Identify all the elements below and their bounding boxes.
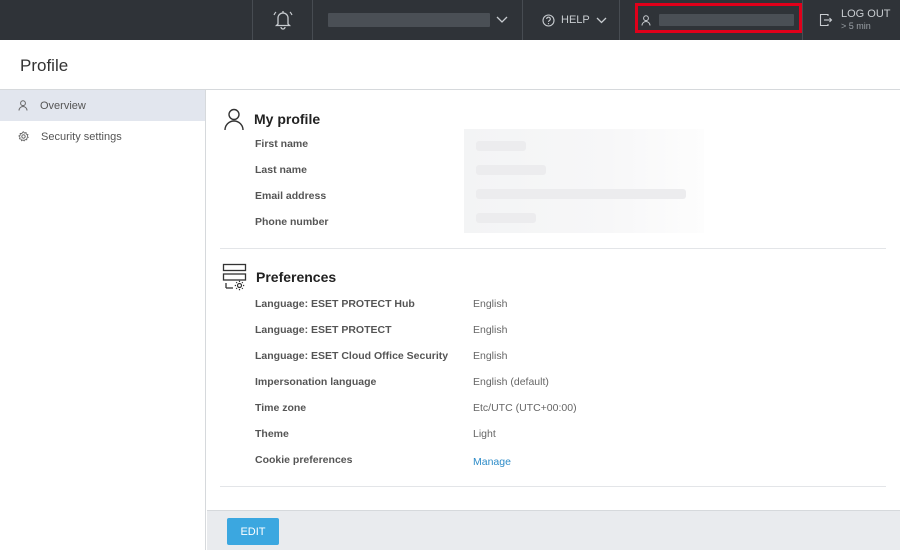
- logout-timer: > 5 min: [841, 21, 871, 31]
- logout-icon: [819, 13, 833, 27]
- footer-bar: EDIT: [207, 510, 900, 550]
- help-label: HELP: [561, 14, 590, 26]
- section-title: Preferences: [256, 269, 337, 285]
- edit-button[interactable]: EDIT: [227, 518, 279, 545]
- page-header: Profile: [0, 40, 900, 90]
- user-name-redacted: [659, 14, 794, 26]
- preference-label: Language: ESET Cloud Office Security: [255, 350, 449, 362]
- sidebar-item-label: Security settings: [41, 130, 122, 143]
- chevron-down-icon: [496, 16, 508, 24]
- section-title: My profile: [254, 111, 321, 127]
- logout-label: LOG OUT: [841, 8, 891, 20]
- preference-value: Etc/UTC (UTC+00:00): [473, 402, 577, 414]
- company-name-redacted: [328, 13, 490, 27]
- field-label: Email address: [255, 190, 327, 202]
- notifications-button[interactable]: [252, 0, 312, 40]
- bell-icon: [270, 7, 296, 33]
- page-title: Profile: [20, 56, 69, 75]
- divider: [220, 248, 886, 249]
- top-bar: HELP LOG OUT > 5 min: [0, 0, 900, 40]
- field-label: First name: [255, 138, 309, 150]
- preference-label: Time zone: [255, 402, 307, 414]
- question-icon: [542, 13, 555, 27]
- user-icon: [18, 100, 28, 111]
- preference-label: Theme: [255, 428, 289, 440]
- preference-value: English: [473, 298, 508, 310]
- preference-value: English: [473, 324, 508, 336]
- preference-label: Impersonation language: [255, 376, 377, 388]
- field-label: Phone number: [255, 216, 329, 228]
- divider: [220, 486, 886, 487]
- profile-content: My profile First name Last name Email ad…: [207, 91, 900, 510]
- sidebar-item-security-settings[interactable]: Security settings: [0, 121, 205, 152]
- my-profile-header: My profile: [222, 107, 320, 131]
- sidebar: Overview Security settings: [0, 90, 206, 550]
- preference-value: English (default): [473, 376, 549, 388]
- gear-icon: [18, 131, 29, 142]
- sidebar-item-label: Overview: [40, 99, 86, 112]
- user-menu-button[interactable]: [619, 0, 802, 40]
- preference-label: Cookie preferences: [255, 454, 353, 466]
- manage-cookies-link[interactable]: Manage: [473, 456, 511, 468]
- preference-label: Language: ESET PROTECT Hub: [255, 298, 415, 310]
- user-icon: [641, 14, 651, 26]
- user-icon: [222, 107, 246, 131]
- chevron-down-icon: [596, 17, 607, 24]
- profile-values-redacted: [464, 129, 704, 233]
- preferences-header: Preferences: [222, 263, 336, 291]
- logout-button[interactable]: LOG OUT > 5 min: [802, 0, 900, 40]
- company-selector[interactable]: [312, 0, 522, 40]
- field-label: Last name: [255, 164, 307, 176]
- sidebar-item-overview[interactable]: Overview: [0, 90, 205, 121]
- preference-label: Language: ESET PROTECT: [255, 324, 392, 336]
- preference-value: Light: [473, 428, 496, 440]
- preference-value: English: [473, 350, 508, 362]
- help-menu-button[interactable]: HELP: [522, 0, 619, 40]
- preferences-icon: [222, 263, 248, 291]
